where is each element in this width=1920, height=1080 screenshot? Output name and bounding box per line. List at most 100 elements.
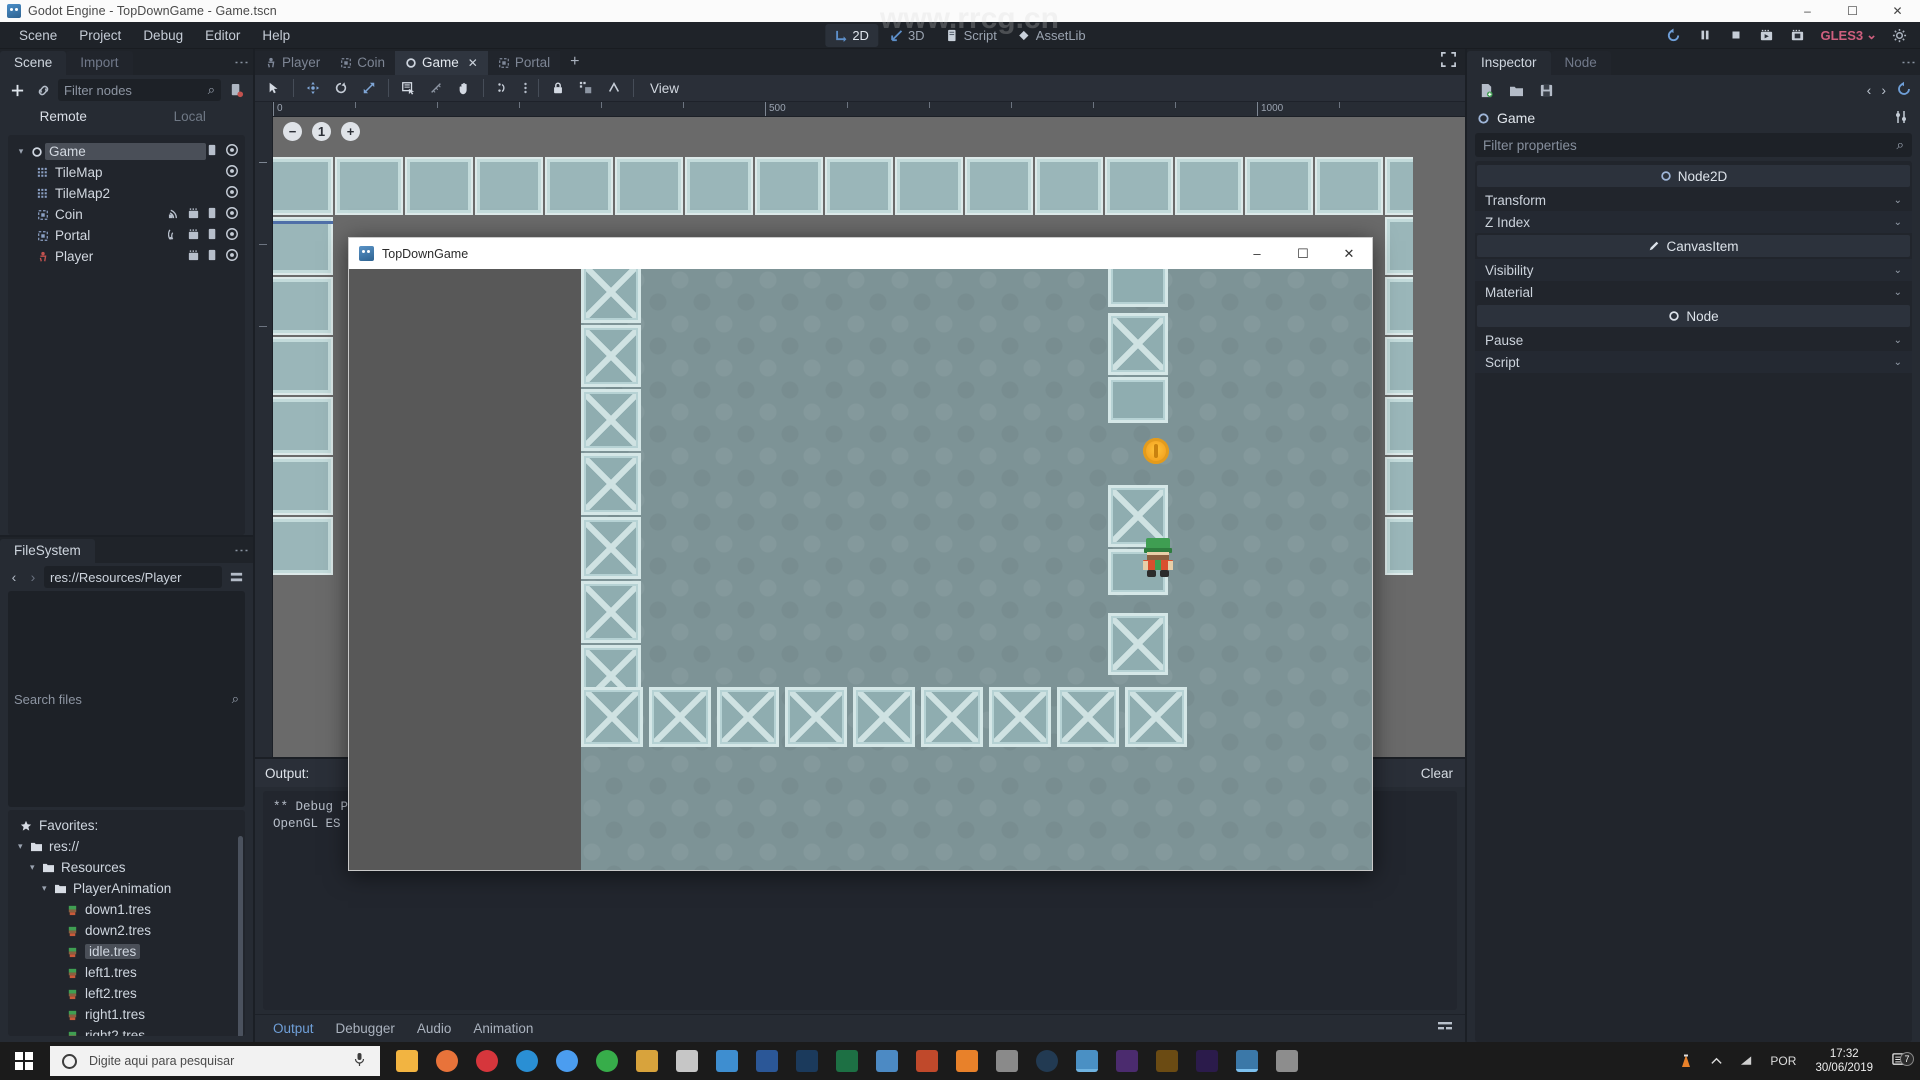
taskbar-app-photoshop[interactable] bbox=[788, 1042, 826, 1080]
taskbar-app-godot-engine[interactable] bbox=[1068, 1042, 1106, 1080]
nav-forward-button[interactable]: › bbox=[1881, 82, 1886, 98]
property-row-material[interactable]: Material ⌄ bbox=[1475, 281, 1912, 303]
tab-filesystem[interactable]: FileSystem bbox=[0, 539, 95, 563]
taskbar-search-input[interactable]: Digite aqui para pesquisar bbox=[50, 1046, 380, 1076]
taskbar-app-after-effects[interactable] bbox=[1188, 1042, 1226, 1080]
add-scene-tab-button[interactable]: + bbox=[560, 51, 589, 75]
tab-3d[interactable]: 3D bbox=[881, 24, 934, 47]
taskbar-app-sublime[interactable] bbox=[628, 1042, 666, 1080]
scene-node-game[interactable]: ▾ Game bbox=[8, 141, 245, 162]
zoom-out-button[interactable]: − bbox=[283, 122, 302, 141]
script-badge-icon[interactable] bbox=[206, 249, 219, 265]
group-badge-icon[interactable] bbox=[187, 228, 200, 244]
fs-file-idle[interactable]: idle.tres bbox=[8, 941, 245, 962]
tab-scene[interactable]: Scene bbox=[0, 51, 67, 75]
game-minimize-button[interactable]: – bbox=[1234, 238, 1280, 269]
filesystem-dock-menu-icon[interactable]: ⋮ bbox=[233, 543, 250, 558]
search-files-input[interactable]: Search files ⌕ bbox=[8, 591, 245, 807]
scene-tab-portal[interactable]: Portal bbox=[487, 51, 561, 75]
visibility-toggle-icon[interactable] bbox=[225, 185, 239, 202]
taskbar-app-opera[interactable] bbox=[468, 1042, 506, 1080]
taskbar-app-excel[interactable] bbox=[828, 1042, 866, 1080]
taskbar-app-illustrator[interactable] bbox=[1148, 1042, 1186, 1080]
visibility-toggle-icon[interactable] bbox=[225, 248, 239, 265]
object-tools-icon[interactable] bbox=[1894, 109, 1910, 128]
taskbar-app-premiere[interactable] bbox=[1108, 1042, 1146, 1080]
filter-nodes-input[interactable]: Filter nodes ⌕ bbox=[58, 79, 221, 101]
bottom-tab-output[interactable]: Output bbox=[263, 1017, 324, 1040]
property-row-pause[interactable]: Pause ⌄ bbox=[1475, 329, 1912, 351]
fs-file-right2[interactable]: right2.tres bbox=[8, 1025, 245, 1036]
fs-file-down2[interactable]: down2.tres bbox=[8, 920, 245, 941]
group-badge-icon[interactable] bbox=[187, 207, 200, 223]
stop-icon[interactable] bbox=[1723, 25, 1748, 46]
visibility-toggle-icon[interactable] bbox=[225, 227, 239, 244]
script-badge-icon[interactable] bbox=[206, 228, 219, 244]
view-menu-button[interactable]: View bbox=[640, 81, 689, 96]
ruler-tool-icon[interactable] bbox=[423, 77, 449, 99]
inspector-dock-menu-icon[interactable]: ⋮ bbox=[1900, 55, 1917, 70]
taskbar-app-generic-2[interactable] bbox=[708, 1042, 746, 1080]
scene-node-portal[interactable]: Portal bbox=[8, 225, 245, 246]
move-tool-icon[interactable] bbox=[300, 77, 326, 99]
tab-assetlib[interactable]: AssetLib bbox=[1009, 24, 1095, 47]
scene-tab-game[interactable]: Game ✕ bbox=[395, 51, 488, 75]
scene-tab-player[interactable]: Player bbox=[255, 51, 331, 75]
visibility-toggle-icon[interactable] bbox=[225, 143, 239, 160]
play-scene-icon[interactable] bbox=[1754, 25, 1779, 46]
pan-tool-icon[interactable] bbox=[451, 77, 477, 99]
scene-tab-coin[interactable]: Coin bbox=[330, 51, 396, 75]
save-resource-icon[interactable] bbox=[1535, 79, 1557, 101]
tab-node[interactable]: Node bbox=[1550, 51, 1611, 75]
property-row-transform[interactable]: Transform ⌄ bbox=[1475, 189, 1912, 211]
property-row-script[interactable]: Script ⌄ bbox=[1475, 351, 1912, 373]
menu-scene[interactable]: Scene bbox=[8, 24, 68, 47]
taskbar-app-calculator[interactable] bbox=[988, 1042, 1026, 1080]
language-indicator[interactable]: POR bbox=[1763, 1054, 1803, 1068]
scene-node-tilemap2[interactable]: TileMap2 bbox=[8, 183, 245, 204]
chevron-down-icon[interactable]: ⌄ bbox=[1894, 265, 1902, 276]
taskbar-app-firefox[interactable] bbox=[428, 1042, 466, 1080]
tab-import[interactable]: Import bbox=[66, 51, 133, 75]
group-badge-icon[interactable] bbox=[187, 249, 200, 265]
chevron-down-icon[interactable]: ⌄ bbox=[1894, 217, 1902, 228]
script-badge-icon[interactable] bbox=[206, 144, 219, 160]
list-select-icon[interactable] bbox=[395, 77, 421, 99]
tab-2d[interactable]: 2D bbox=[825, 23, 878, 47]
taskbar-app-powerpoint[interactable] bbox=[908, 1042, 946, 1080]
vlc-tray-icon[interactable] bbox=[1671, 1053, 1701, 1069]
chevron-down-icon[interactable]: ▾ bbox=[30, 862, 40, 873]
zoom-in-button[interactable]: + bbox=[341, 122, 360, 141]
window-minimize-button[interactable]: – bbox=[1785, 0, 1830, 22]
remote-button[interactable]: Remote bbox=[0, 105, 127, 131]
window-close-button[interactable]: ✕ bbox=[1875, 0, 1920, 22]
game-stage[interactable] bbox=[581, 269, 1372, 870]
tab-script[interactable]: Script bbox=[937, 24, 1006, 47]
script-badge-icon[interactable] bbox=[206, 207, 219, 223]
taskbar-app-word[interactable] bbox=[748, 1042, 786, 1080]
taskbar-app-godot-game[interactable] bbox=[1228, 1042, 1266, 1080]
skeleton-icon[interactable] bbox=[601, 77, 627, 99]
chevron-down-icon[interactable]: ▾ bbox=[42, 883, 52, 894]
fs-folder-res[interactable]: ▾ res:// bbox=[8, 836, 245, 857]
group-icon[interactable] bbox=[573, 77, 599, 99]
rotate-tool-icon[interactable] bbox=[328, 77, 354, 99]
menu-project[interactable]: Project bbox=[68, 24, 132, 47]
property-row-z-index[interactable]: Z Index ⌄ bbox=[1475, 211, 1912, 233]
instance-scene-icon[interactable] bbox=[32, 79, 54, 101]
taskbar-app-whatsapp[interactable] bbox=[588, 1042, 626, 1080]
distraction-free-icon[interactable] bbox=[1440, 51, 1457, 71]
settings-gear-icon[interactable] bbox=[1887, 25, 1912, 46]
notification-center-button[interactable]: 7 bbox=[1885, 1052, 1920, 1070]
fs-file-left2[interactable]: left2.tres bbox=[8, 983, 245, 1004]
taskbar-app-vlc[interactable] bbox=[948, 1042, 986, 1080]
play-custom-scene-icon[interactable] bbox=[1785, 25, 1810, 46]
taskbar-app-chrome[interactable] bbox=[548, 1042, 586, 1080]
windows-start-icon[interactable] bbox=[0, 1042, 48, 1080]
taskbar-app-generic-1[interactable] bbox=[668, 1042, 706, 1080]
reload-scene-icon[interactable] bbox=[1661, 25, 1686, 46]
history-icon[interactable] bbox=[1896, 81, 1912, 100]
chevron-down-icon[interactable]: ⌄ bbox=[1894, 287, 1902, 298]
clear-output-button[interactable]: Clear bbox=[1421, 766, 1453, 781]
split-mode-icon[interactable] bbox=[225, 566, 247, 588]
